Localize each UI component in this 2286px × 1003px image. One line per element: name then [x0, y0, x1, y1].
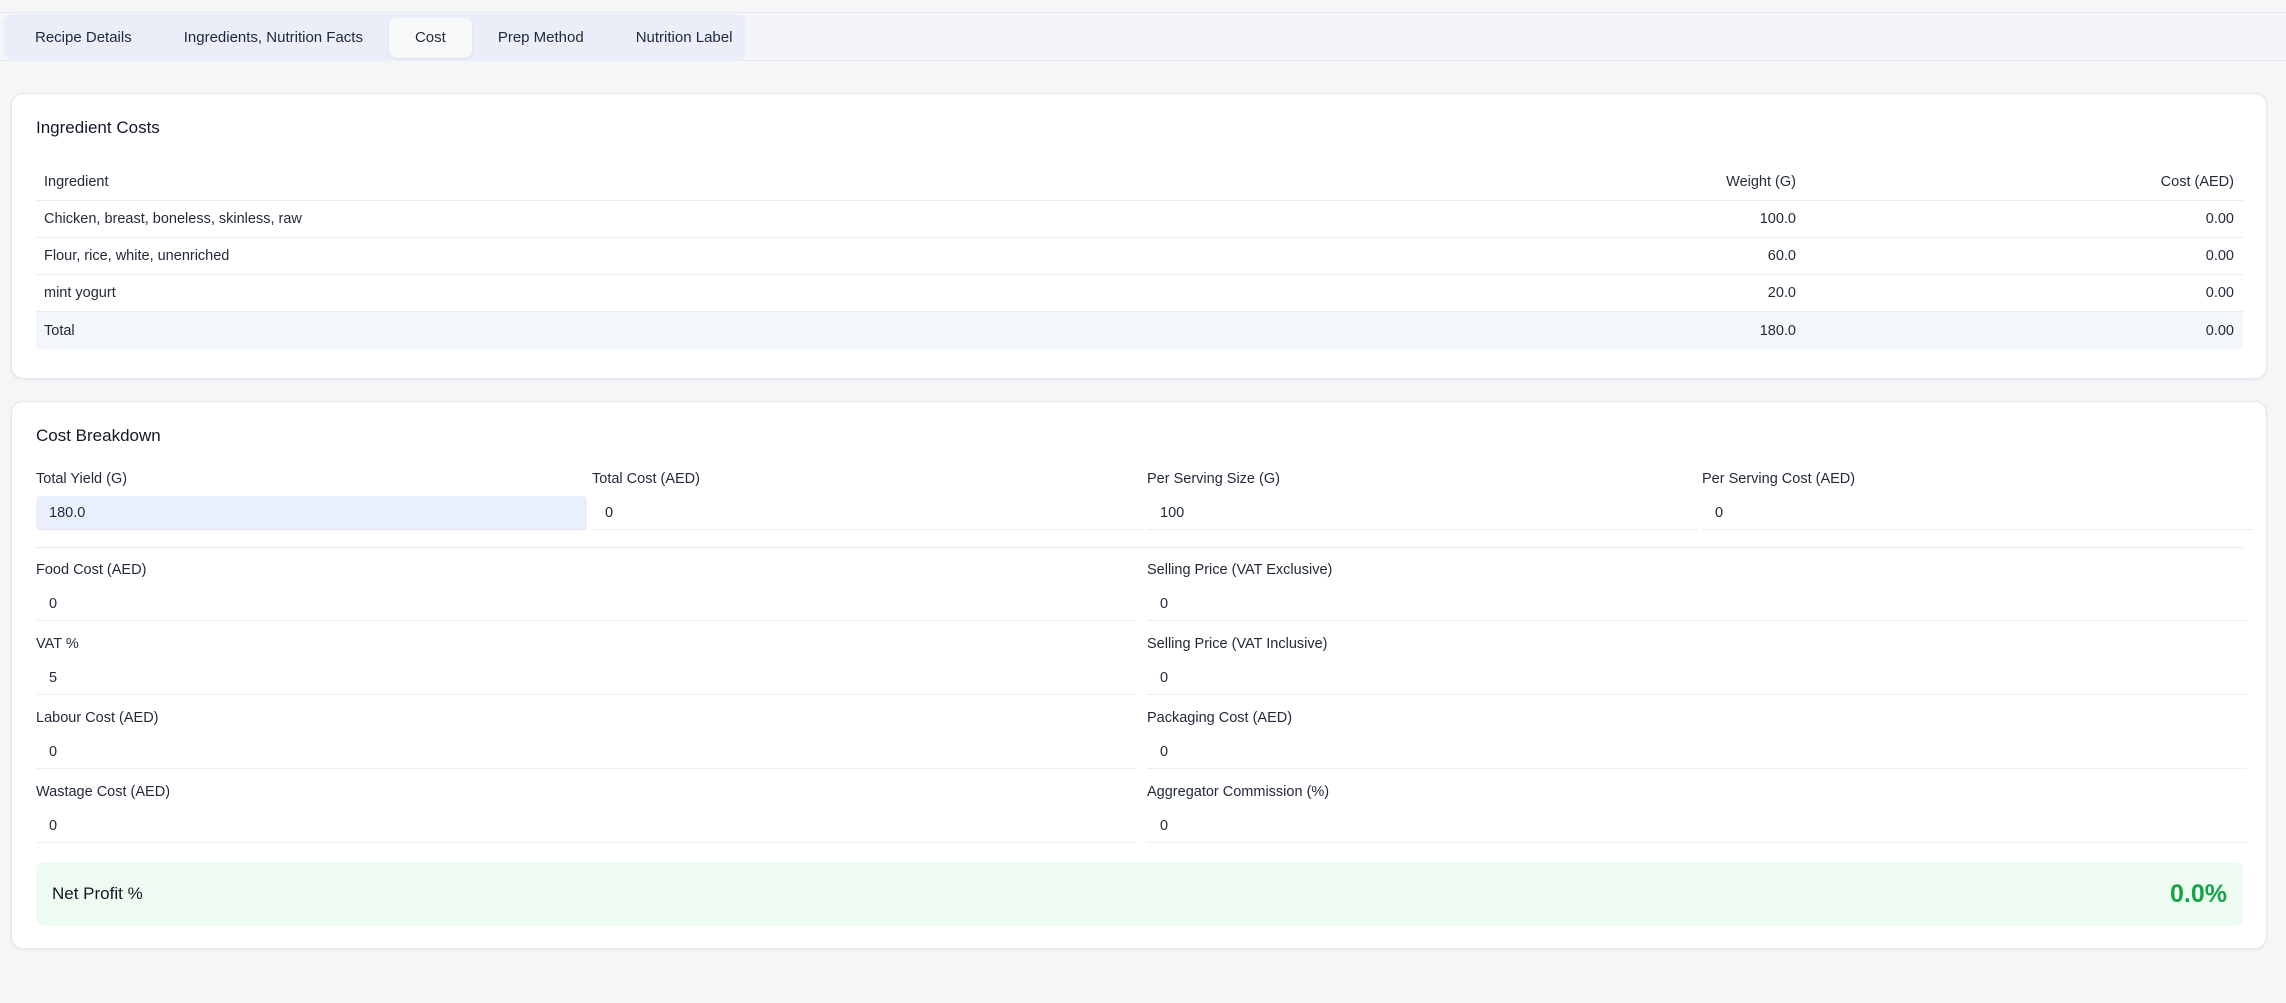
net-profit-label: Net Profit %	[52, 884, 143, 903]
per-serving-cost-label: Per Serving Cost (AED)	[1702, 471, 1856, 487]
tab-prep-method[interactable]: Prep Method	[472, 18, 610, 58]
cost-breakdown-card: Cost Breakdown Total Yield (G) 180.0 Tot…	[11, 401, 2267, 949]
column-header-weight: Weight (G)	[1726, 174, 1796, 190]
column-header-ingredient: Ingredient	[44, 174, 109, 190]
food-cost-label: Food Cost (AED)	[36, 562, 147, 578]
aggregator-commission-input[interactable]: 0	[1147, 809, 2247, 843]
aggregator-commission-label: Aggregator Commission (%)	[1147, 784, 1330, 800]
table-row: mint yogurt 20.0 0.00	[36, 275, 2243, 312]
ingredient-costs-title: Ingredient Costs	[36, 118, 160, 137]
ingredient-costs-table: Ingredient Weight (G) Cost (AED) Chicken…	[36, 164, 2243, 349]
selling-price-incl-input[interactable]: 0	[1147, 661, 2247, 695]
section-divider	[36, 547, 2243, 548]
ingredient-name: Chicken, breast, boneless, skinless, raw	[44, 211, 302, 227]
per-serving-size-input[interactable]: 100	[1147, 496, 1698, 530]
vat-input[interactable]: 5	[36, 661, 1136, 695]
tab-nutrition-label[interactable]: Nutrition Label	[610, 18, 759, 58]
ingredient-cost: 0.00	[2205, 248, 2234, 264]
packaging-cost-input[interactable]: 0	[1147, 735, 2247, 769]
net-profit-panel: Net Profit % 0.0%	[36, 862, 2243, 926]
table-row: Flour, rice, white, unenriched 60.0 0.00	[36, 238, 2243, 275]
total-cost-input[interactable]: 0	[592, 496, 1143, 530]
selling-price-excl-input[interactable]: 0	[1147, 587, 2247, 621]
total-weight: 180.0	[1759, 322, 1796, 339]
total-label: Total	[44, 322, 75, 339]
ingredient-name: Flour, rice, white, unenriched	[44, 248, 230, 264]
ingredient-weight: 20.0	[1767, 285, 1796, 301]
wastage-cost-label: Wastage Cost (AED)	[36, 784, 171, 800]
per-serving-cost-input[interactable]: 0	[1702, 496, 2253, 530]
cost-breakdown-title: Cost Breakdown	[36, 426, 161, 445]
total-cost: 0.00	[2205, 322, 2234, 339]
column-header-cost: Cost (AED)	[2160, 174, 2234, 190]
total-yield-input[interactable]: 180.0	[36, 496, 587, 530]
table-header-row: Ingredient Weight (G) Cost (AED)	[36, 164, 2243, 201]
packaging-cost-label: Packaging Cost (AED)	[1147, 710, 1293, 726]
per-serving-size-label: Per Serving Size (G)	[1147, 471, 1280, 487]
tab-cost[interactable]: Cost	[388, 17, 472, 58]
wastage-cost-input[interactable]: 0	[36, 809, 1136, 843]
ingredient-weight: 60.0	[1767, 248, 1796, 264]
total-yield-label: Total Yield (G)	[36, 471, 128, 487]
tab-ingredients-nutrition-facts[interactable]: Ingredients, Nutrition Facts	[158, 18, 389, 58]
labour-cost-input[interactable]: 0	[36, 735, 1136, 769]
total-cost-label: Total Cost (AED)	[592, 471, 700, 487]
tab-list: Recipe Details Ingredients, Nutrition Fa…	[4, 14, 746, 61]
top-bar: Recipe Details Ingredients, Nutrition Fa…	[0, 12, 2286, 61]
net-profit-value: 0.0%	[2170, 879, 2227, 908]
table-row: Chicken, breast, boneless, skinless, raw…	[36, 201, 2243, 238]
ingredient-weight: 100.0	[1759, 211, 1796, 227]
food-cost-input[interactable]: 0	[36, 587, 1136, 621]
selling-price-excl-label: Selling Price (VAT Exclusive)	[1147, 562, 1333, 578]
ingredient-cost: 0.00	[2205, 211, 2234, 227]
tab-recipe-details[interactable]: Recipe Details	[9, 18, 158, 58]
ingredient-name: mint yogurt	[44, 285, 116, 301]
vat-label: VAT %	[36, 636, 79, 652]
selling-price-incl-label: Selling Price (VAT Inclusive)	[1147, 636, 1328, 652]
ingredient-costs-card: Ingredient Costs Ingredient Weight (G) C…	[11, 93, 2267, 379]
ingredient-cost: 0.00	[2205, 285, 2234, 301]
labour-cost-label: Labour Cost (AED)	[36, 710, 159, 726]
table-total-row: Total 180.0 0.00	[36, 312, 2243, 349]
